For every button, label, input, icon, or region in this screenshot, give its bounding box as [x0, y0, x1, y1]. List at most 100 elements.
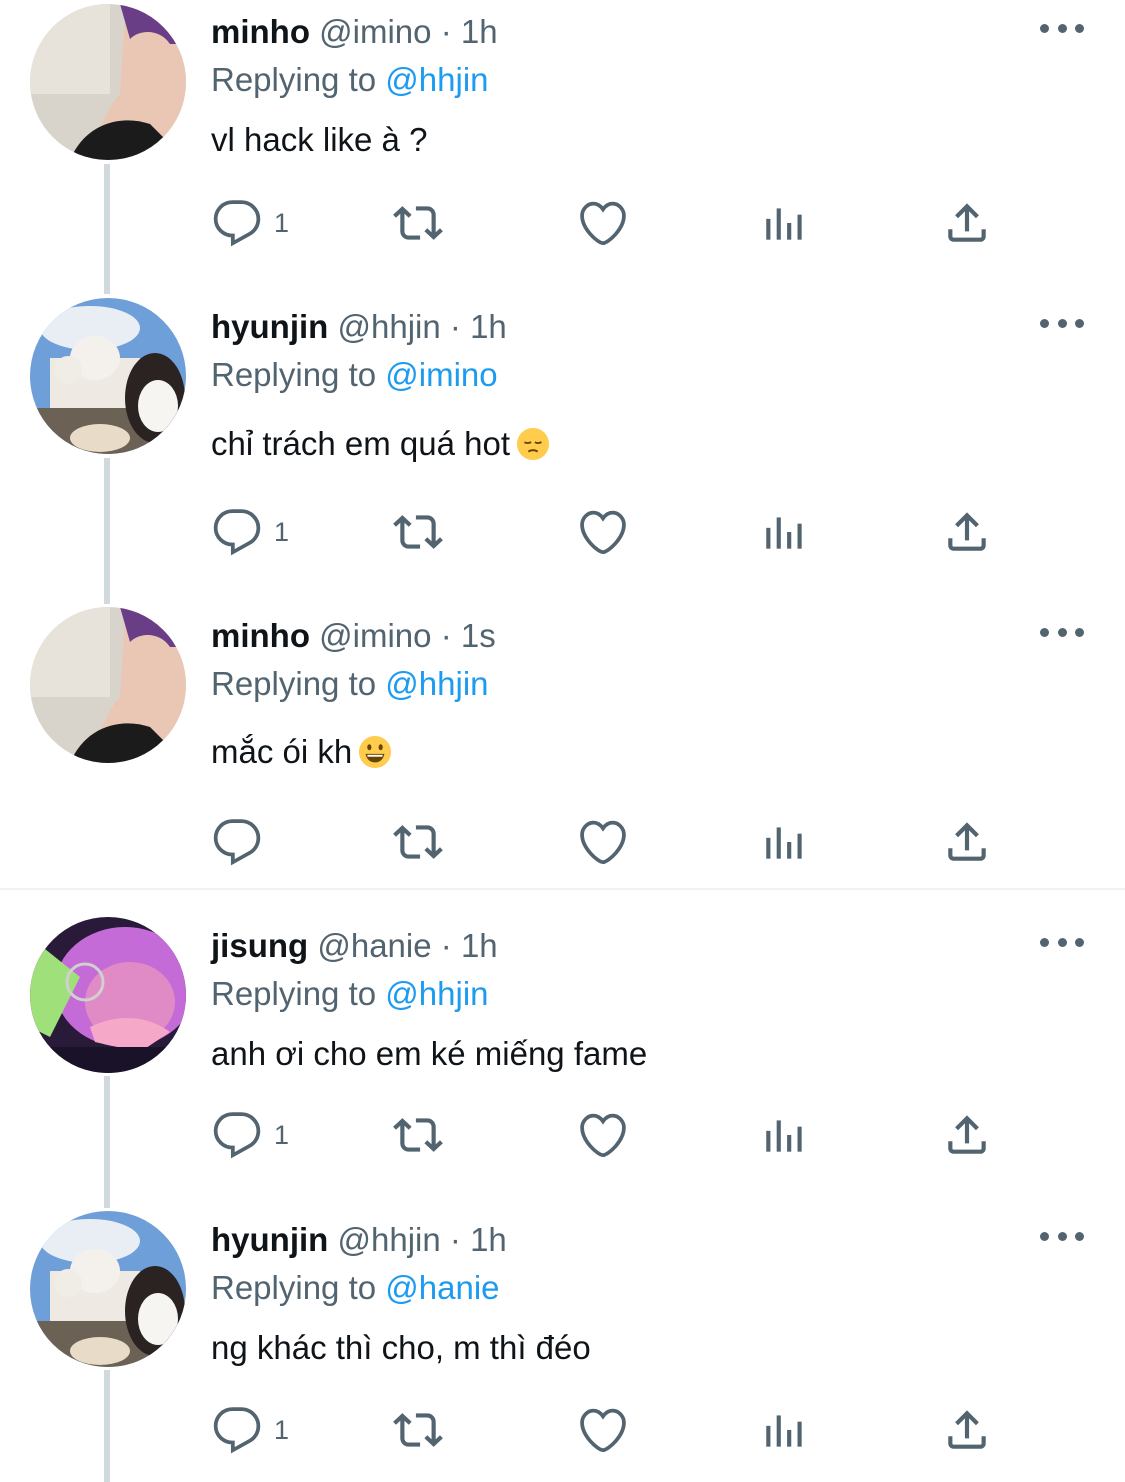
reply-icon: [213, 509, 261, 556]
tweet[interactable]: minho @imino · 1s Replying to @hhjin mắc…: [0, 604, 1125, 884]
like-button[interactable]: [578, 193, 628, 253]
views-button[interactable]: [760, 193, 810, 253]
tweet-header: minho @imino · 1s: [211, 614, 496, 658]
reply-button[interactable]: 1: [212, 1105, 289, 1165]
like-button[interactable]: [578, 1105, 628, 1165]
replying-label: Replying to: [211, 356, 377, 393]
retweet-icon: [393, 1413, 443, 1447]
like-button[interactable]: [578, 1400, 628, 1460]
retweet-button[interactable]: [393, 502, 443, 562]
timestamp[interactable]: 1h: [470, 1221, 507, 1258]
more-icon[interactable]: [1040, 1226, 1084, 1246]
mention-link[interactable]: @hhjin: [385, 61, 488, 98]
avatar[interactable]: [30, 1211, 186, 1367]
reply-count: 1: [274, 516, 290, 547]
like-icon: [580, 1408, 626, 1452]
mention-link[interactable]: @hhjin: [385, 665, 488, 702]
tweet-text: vl hack like à ?: [211, 121, 428, 158]
retweet-button[interactable]: [393, 193, 443, 253]
pensive-face-icon: [516, 427, 550, 461]
views-icon: [766, 208, 802, 240]
display-name[interactable]: minho: [211, 617, 310, 654]
tweet[interactable]: minho @imino · 1h Replying to @hhjin vl …: [0, 0, 1125, 290]
views-button[interactable]: [760, 1105, 810, 1165]
reply-icon: [213, 1112, 261, 1159]
action-bar: [0, 812, 1125, 872]
replying-label: Replying to: [211, 975, 377, 1012]
separator-dot: ·: [449, 308, 461, 345]
action-bar: 1: [0, 1400, 1125, 1460]
mention-link[interactable]: @imino: [385, 356, 497, 393]
views-icon: [766, 827, 802, 859]
handle[interactable]: @imino: [319, 617, 431, 654]
separator-dot: ·: [449, 1221, 461, 1258]
handle[interactable]: @hhjin: [338, 308, 441, 345]
like-icon: [580, 1113, 626, 1157]
like-icon: [580, 201, 626, 245]
tweet-text: anh ơi cho em ké miếng fame: [211, 1035, 648, 1072]
display-name[interactable]: hyunjin: [211, 1221, 328, 1258]
handle[interactable]: @hhjin: [338, 1221, 441, 1258]
display-name[interactable]: jisung: [211, 927, 308, 964]
thread-divider: [0, 888, 1125, 890]
separator-dot: ·: [440, 617, 452, 654]
retweet-button[interactable]: [393, 1105, 443, 1165]
replying-to: Replying to @hanie: [211, 1266, 500, 1310]
reply-button[interactable]: 1: [212, 502, 289, 562]
views-button[interactable]: [760, 1400, 810, 1460]
tweet[interactable]: hyunjin @hhjin · 1h Replying to @hanie n…: [0, 1208, 1125, 1482]
share-button[interactable]: [942, 1400, 992, 1460]
more-icon[interactable]: [1040, 932, 1084, 952]
views-button[interactable]: [760, 502, 810, 562]
avatar[interactable]: [30, 917, 186, 1073]
like-button[interactable]: [578, 502, 628, 562]
reply-button[interactable]: 1: [212, 1400, 289, 1460]
share-button[interactable]: [942, 193, 992, 253]
replying-label: Replying to: [211, 1269, 377, 1306]
like-icon: [580, 820, 626, 864]
views-button[interactable]: [760, 812, 810, 872]
share-icon: [948, 203, 986, 242]
avatar[interactable]: [30, 607, 186, 763]
timestamp[interactable]: 1h: [461, 927, 498, 964]
avatar[interactable]: [30, 298, 186, 454]
handle[interactable]: @imino: [319, 13, 431, 50]
retweet-icon: [393, 206, 443, 240]
avatar[interactable]: [30, 4, 186, 160]
retweet-button[interactable]: [393, 1400, 443, 1460]
action-bar: 1: [0, 502, 1125, 562]
tweet-header: minho @imino · 1h: [211, 10, 498, 54]
like-button[interactable]: [578, 812, 628, 872]
share-button[interactable]: [942, 502, 992, 562]
share-icon: [948, 512, 986, 551]
timestamp[interactable]: 1s: [461, 617, 496, 654]
reply-button[interactable]: 1: [212, 193, 289, 253]
reply-icon: [213, 200, 261, 247]
more-icon[interactable]: [1040, 18, 1084, 38]
tweet[interactable]: hyunjin @hhjin · 1h Replying to @imino c…: [0, 295, 1125, 595]
more-icon[interactable]: [1040, 313, 1084, 333]
mention-link[interactable]: @hhjin: [385, 975, 488, 1012]
reply-count: 1: [274, 1414, 290, 1445]
more-icon[interactable]: [1040, 622, 1084, 642]
tweet[interactable]: jisung @hanie · 1h Replying to @hhjin an…: [0, 914, 1125, 1204]
action-bar: 1: [0, 193, 1125, 253]
handle[interactable]: @hanie: [317, 927, 431, 964]
share-button[interactable]: [942, 812, 992, 872]
separator-dot: ·: [440, 927, 452, 964]
reply-count: 1: [274, 207, 290, 238]
reply-button[interactable]: [212, 812, 274, 872]
timestamp[interactable]: 1h: [461, 13, 498, 50]
display-name[interactable]: minho: [211, 13, 310, 50]
tweet-text: mắc ói kh: [211, 730, 392, 774]
separator-dot: ·: [440, 13, 452, 50]
replying-label: Replying to: [211, 665, 377, 702]
retweet-button[interactable]: [393, 812, 443, 872]
tweet-text: ng khác thì cho, m thì đéo: [211, 1329, 591, 1366]
retweet-icon: [393, 825, 443, 859]
timestamp[interactable]: 1h: [470, 308, 507, 345]
share-button[interactable]: [942, 1105, 992, 1165]
mention-link[interactable]: @hanie: [385, 1269, 499, 1306]
display-name[interactable]: hyunjin: [211, 308, 328, 345]
grinning-face-icon: [359, 735, 392, 769]
